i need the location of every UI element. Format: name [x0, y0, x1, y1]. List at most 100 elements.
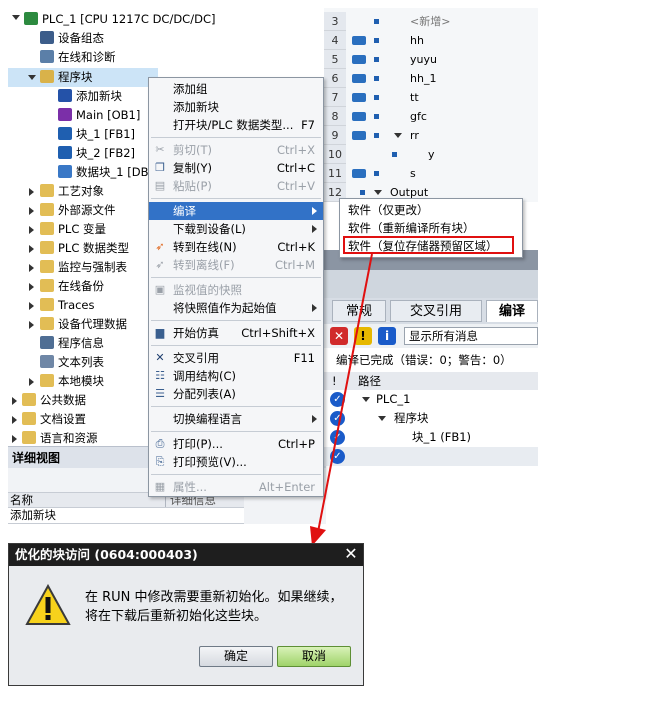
submenu-item-software-rebuild-all[interactable]: 软件（重新编译所有块） [348, 219, 475, 237]
menu-item-cut[interactable]: ✂ 剪切(T) Ctrl+X [149, 141, 323, 159]
menu-item-start-simulation[interactable]: ▆ 开始仿真 Ctrl+Shift+X [149, 324, 323, 342]
expand-arrow-icon[interactable] [29, 378, 34, 386]
cancel-button[interactable]: 取消 [277, 646, 351, 667]
submenu-item-software-changes-only[interactable]: 软件（仅更改） [348, 201, 429, 219]
tree-item-db1[interactable]: 数据块_1 [DB [58, 163, 148, 182]
tree-item-label: 工艺对象 [58, 184, 104, 198]
menu-item-go-online[interactable]: ➶ 转到在线(N) Ctrl+K [149, 238, 323, 256]
menu-item-assignment-list[interactable]: ☰ 分配列表(A) [149, 385, 323, 403]
tree-item-plc[interactable]: PLC_1 [CPU 1217C DC/DC/DC] [24, 10, 215, 29]
tree-item-label: 块_1 [FB1] [76, 127, 136, 141]
expand-arrow-icon[interactable] [29, 264, 34, 272]
table-row[interactable]: 8 gfc [324, 107, 538, 126]
variable-icon [352, 112, 366, 121]
tree-item-device-proxy-data[interactable]: 设备代理数据 [40, 315, 127, 334]
tree-item-device-config[interactable]: 设备组态 [40, 29, 104, 48]
expand-arrow-icon[interactable] [12, 435, 17, 443]
menu-item-properties[interactable]: ▦ 属性... Alt+Enter [149, 478, 323, 496]
folder-icon [40, 374, 54, 387]
expand-arrow-icon[interactable] [29, 207, 34, 215]
expand-arrow-icon[interactable] [28, 75, 36, 80]
tree-item-plc-tags[interactable]: PLC 变量 [40, 220, 106, 239]
expand-arrow-icon[interactable] [29, 245, 34, 253]
tree-item-technology-objects[interactable]: 工艺对象 [40, 182, 104, 201]
row-number: 5 [324, 50, 346, 69]
tree-item-program-info[interactable]: 程序信息 [40, 334, 104, 353]
tab-compile[interactable]: 编译 [486, 300, 538, 322]
menu-item-snapshot-as-start[interactable]: 将快照值作为起始值 [149, 299, 323, 317]
menu-item-cross-references[interactable]: ✕ 交叉引用 F11 [149, 349, 323, 367]
menu-item-download-to-device[interactable]: 下载到设备(L) [149, 220, 323, 238]
tree-item-online-backups[interactable]: 在线备份 [40, 277, 104, 296]
menu-item-copy[interactable]: ❐ 复制(Y) Ctrl+C [149, 159, 323, 177]
variable-name[interactable]: hh [410, 31, 424, 50]
tree-item-online-diagnostics[interactable]: 在线和诊断 [40, 48, 116, 67]
expand-arrow-icon[interactable] [29, 321, 34, 329]
tree-item-common-data[interactable]: 公共数据 [22, 391, 86, 410]
message-filter-select[interactable]: 显示所有消息 [404, 327, 538, 345]
table-row[interactable]: 4 hh [324, 31, 538, 50]
menu-item-snapshot[interactable]: ▣ 监视值的快照 [149, 281, 323, 299]
table-row[interactable]: 9 rr [324, 126, 538, 145]
folder-icon [22, 431, 36, 444]
variable-name[interactable]: gfc [410, 107, 427, 126]
variable-name[interactable]: rr [410, 126, 419, 145]
variable-name[interactable]: s [410, 164, 416, 183]
menu-item-call-structure[interactable]: ☷ 调用结构(C) [149, 367, 323, 385]
tree-item-label: PLC 变量 [58, 222, 107, 236]
table-row[interactable]: 6 hh_1 [324, 69, 538, 88]
menu-item-switch-language[interactable]: 切换编程语言 [149, 410, 323, 428]
table-row[interactable]: 7 tt [324, 88, 538, 107]
variable-name[interactable]: yuyu [410, 50, 437, 69]
tree-item-fb2[interactable]: 块_2 [FB2] [58, 144, 135, 163]
table-row[interactable]: 3 <新增> [324, 12, 538, 31]
menu-item-paste[interactable]: ▤ 粘贴(P) Ctrl+V [149, 177, 323, 195]
tree-item-text-lists[interactable]: 文本列表 [40, 353, 104, 372]
expand-arrow-icon[interactable] [29, 283, 34, 291]
message-label: 块_1 (FB1) [412, 430, 472, 444]
menu-item-label: 剪切(T) [173, 143, 212, 157]
menu-item-compile[interactable]: 编译 [149, 202, 323, 220]
variable-name[interactable]: y [428, 145, 435, 164]
tree-item-document-settings[interactable]: 文档设置 [22, 410, 86, 429]
variable-name[interactable]: <新增> [410, 12, 450, 31]
tree-item-watch-force-tables[interactable]: 监控与强制表 [40, 258, 127, 277]
tree-item-plc-data-types[interactable]: PLC 数据类型 [40, 239, 129, 258]
expand-arrow-icon[interactable] [374, 190, 382, 195]
expand-arrow-icon[interactable] [29, 226, 34, 234]
table-row[interactable]: 10 y [324, 145, 538, 164]
variable-name[interactable]: hh_1 [410, 69, 436, 88]
tree-item-fb1[interactable]: 块_1 [FB1] [58, 125, 135, 144]
detail-col-name[interactable]: 名称 [10, 493, 33, 507]
tree-item-main-ob1[interactable]: Main [OB1] [58, 106, 140, 125]
db-icon [58, 165, 72, 178]
table-row[interactable]: 5 yuyu [324, 50, 538, 69]
expand-arrow-icon[interactable] [12, 15, 20, 20]
menu-item-go-offline[interactable]: ➶ 转到离线(F) Ctrl+M [149, 256, 323, 274]
expand-arrow-icon[interactable] [394, 133, 402, 138]
variable-name[interactable]: tt [410, 88, 419, 107]
square-bullet-icon [374, 114, 379, 119]
close-icon[interactable]: ✕ [343, 546, 359, 562]
menu-item-open-block[interactable]: 打开块/PLC 数据类型... F7 [149, 116, 323, 134]
menu-item-print[interactable]: ⎙ 打印(P)... Ctrl+P [149, 435, 323, 453]
table-row[interactable]: 11 s [324, 164, 538, 183]
menu-item-add-new-block[interactable]: 添加新块 [149, 98, 323, 116]
ok-button[interactable]: 确定 [199, 646, 273, 667]
tree-item-traces[interactable]: Traces [40, 296, 95, 315]
detail-view-row[interactable]: 添加新块 [8, 508, 244, 524]
copy-icon: ❐ [155, 161, 165, 174]
menu-item-print-preview[interactable]: ⎘ 打印预览(V)... [149, 453, 323, 471]
tree-item-languages-resources[interactable]: 语言和资源 [22, 429, 98, 446]
submenu-arrow-icon [312, 225, 317, 233]
tree-item-program-blocks[interactable]: 程序块 [40, 68, 93, 87]
tree-item-external-sources[interactable]: 外部源文件 [40, 201, 116, 220]
tree-item-add-block[interactable]: 添加新块 [58, 87, 122, 106]
menu-item-add-group[interactable]: 添加组 [149, 80, 323, 98]
tree-item-local-modules[interactable]: 本地模块 [40, 372, 104, 391]
expand-arrow-icon[interactable] [12, 416, 17, 424]
tree-item-label: Main [OB1] [76, 108, 141, 122]
expand-arrow-icon[interactable] [29, 188, 34, 196]
expand-arrow-icon[interactable] [29, 302, 34, 310]
expand-arrow-icon[interactable] [12, 397, 17, 405]
